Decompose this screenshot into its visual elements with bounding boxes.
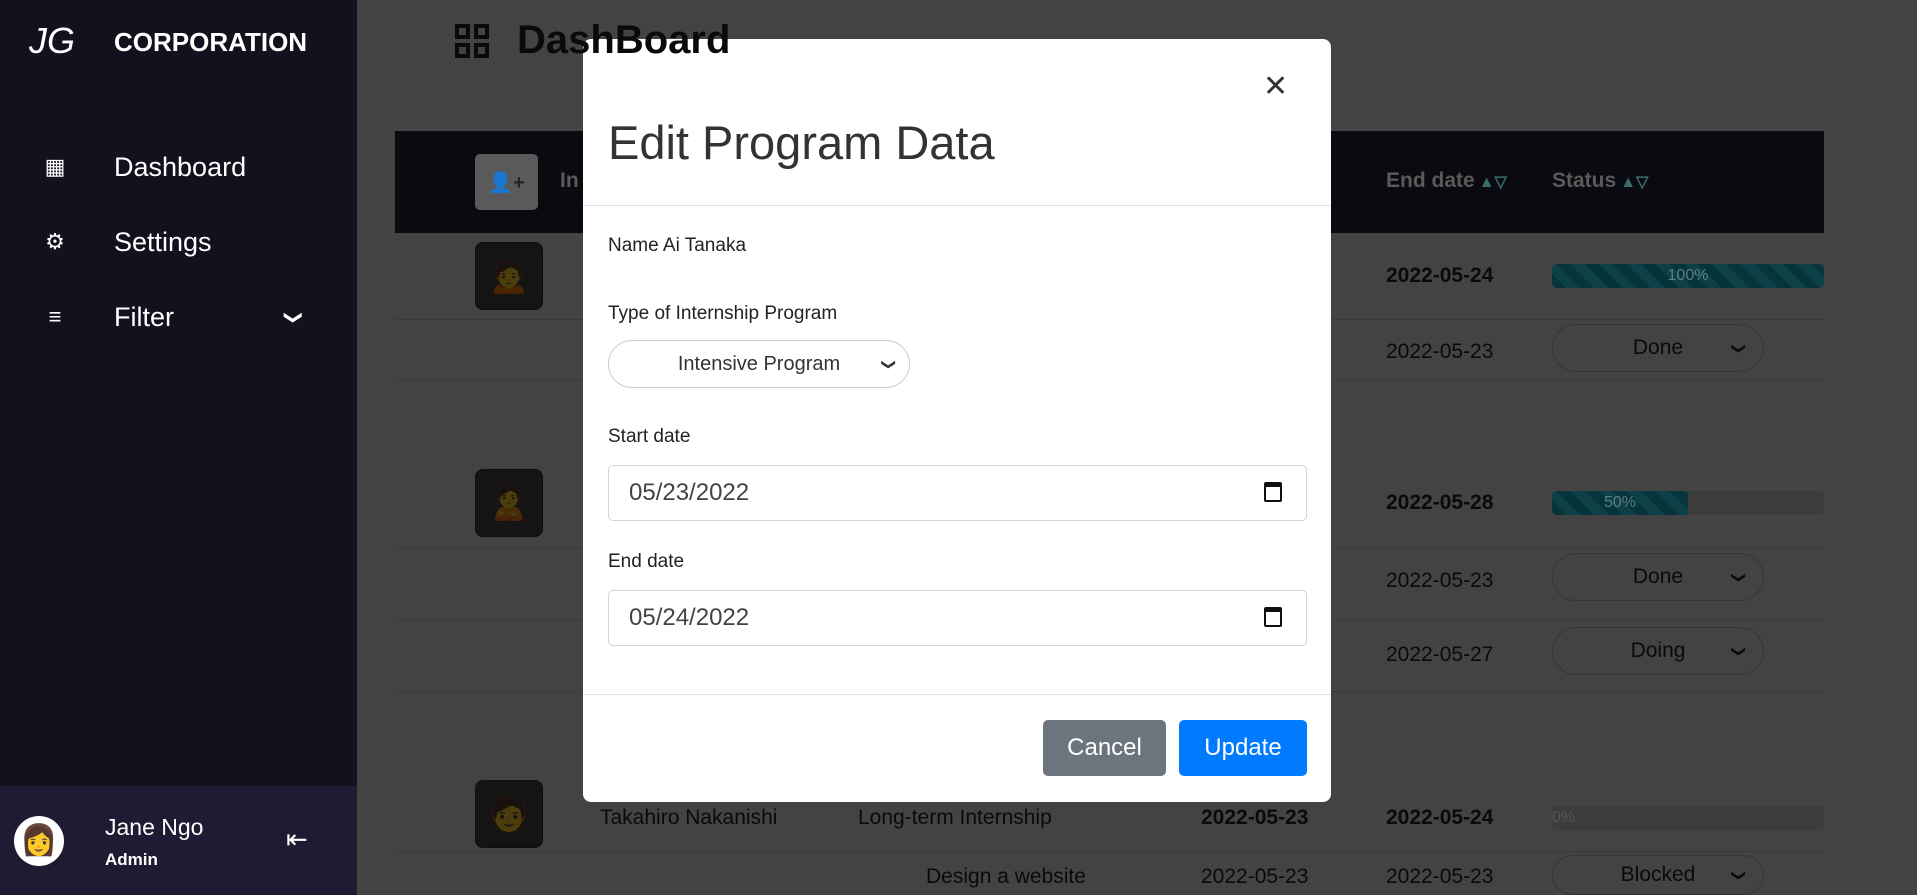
avatar: 🧑	[475, 780, 543, 848]
end-date: 2022-05-27	[1386, 643, 1494, 666]
chevron-down-icon: ❯	[881, 358, 898, 370]
sidebar-item-settings[interactable]: ⚙ Settings	[0, 212, 357, 272]
progress-bar: 0%	[1552, 806, 1824, 830]
cancel-button[interactable]: Cancel	[1043, 720, 1166, 776]
chevron-down-icon: ❯	[1731, 342, 1748, 354]
sidebar-item-label: Filter	[114, 301, 174, 332]
status-label: Status	[1552, 169, 1617, 192]
filter-icon: ≡	[48, 304, 62, 329]
sort-icon[interactable]: ▲▽	[1479, 174, 1507, 191]
end-date-input[interactable]: 05/24/2022	[608, 590, 1307, 646]
user-name: Jane Ngo	[105, 814, 204, 840]
start-date: 2022-05-23	[1201, 865, 1309, 888]
status-select[interactable]: Done ❯	[1552, 324, 1764, 372]
program-type-value: Intensive Program	[677, 352, 841, 375]
end-date-label: End date	[1386, 169, 1475, 192]
end-date: 2022-05-23	[1386, 569, 1494, 592]
status-value: Blocked	[1620, 863, 1696, 886]
add-user-icon: 👤+	[488, 171, 525, 194]
start-date: 2022-05-23	[1201, 806, 1309, 829]
progress-fill: 50%	[1552, 491, 1688, 515]
avatar: 🙎	[475, 469, 543, 537]
status-value: Doing	[1630, 639, 1686, 662]
chevron-down-icon: ❯	[1731, 869, 1748, 881]
sidebar-item-label: Settings	[114, 226, 212, 257]
progress-bar: 50%	[1552, 491, 1824, 515]
user-role: Admin	[105, 850, 158, 869]
start-date-value: 05/23/2022	[629, 479, 750, 506]
logo: JG	[29, 20, 76, 61]
end-date: 2022-05-24	[1386, 806, 1494, 829]
end-date: 2022-05-24	[1386, 264, 1494, 287]
program-type-select[interactable]: Intensive Program ❯	[608, 340, 910, 388]
avatar: 👩	[14, 816, 64, 866]
close-icon[interactable]: ✕	[1263, 69, 1288, 104]
progress-fill: 100%	[1552, 264, 1824, 288]
edit-program-modal: ✕ Edit Program Data Name Ai Tanaka Type …	[583, 39, 1331, 802]
add-user-button[interactable]: 👤+	[475, 154, 538, 210]
status-select[interactable]: Done ❯	[1552, 553, 1764, 601]
sort-icon[interactable]: ▲▽	[1620, 174, 1648, 191]
end-date-label: End date	[608, 551, 685, 572]
name-label: Name Ai Tanaka	[608, 235, 747, 256]
chevron-down-icon: ❯	[284, 309, 305, 325]
status-select[interactable]: Blocked ❯	[1552, 855, 1764, 895]
start-date-input[interactable]: 05/23/2022	[608, 465, 1307, 521]
sidebar-item-dashboard[interactable]: ▦ Dashboard	[0, 137, 357, 197]
type-label: Type of Internship Program	[608, 303, 838, 324]
page-header: DashBoard	[455, 18, 730, 63]
end-date-value: 05/24/2022	[629, 604, 750, 631]
end-date: 2022-05-23	[1386, 865, 1494, 888]
program-type: Long-term Internship	[858, 806, 1052, 829]
end-date: 2022-05-23	[1386, 340, 1494, 363]
sidebar: JG CORPORATION ▦ Dashboard ⚙ Settings ≡ Fil…	[0, 0, 357, 895]
sidebar-item-filter[interactable]: ≡ Filter ❯	[0, 287, 357, 347]
intern-name: Takahiro Nakanishi	[600, 806, 778, 829]
sidebar-item-label: Dashboard	[114, 151, 247, 182]
brand-name: CORPORATION	[114, 27, 308, 57]
start-date-label: Start date	[608, 426, 691, 447]
user-panel: 👩 Jane Ngo Admin ⇤	[0, 786, 357, 895]
column-header-end-date[interactable]: End date ▲▽	[1386, 169, 1507, 193]
status-value: Done	[1632, 565, 1684, 588]
modal-title: Edit Program Data	[608, 116, 995, 169]
column-header-status[interactable]: Status ▲▽	[1552, 169, 1648, 193]
avatar: 🙍	[475, 242, 543, 310]
logout-icon[interactable]: ⇤	[286, 824, 308, 855]
update-button[interactable]: Update	[1179, 720, 1307, 776]
footer-divider	[583, 694, 1331, 695]
task-row: Design a website 2022-05-23 2022-05-23 B…	[395, 852, 1824, 895]
column-header-name[interactable]: In	[560, 169, 579, 193]
grid-icon	[455, 23, 489, 58]
status-value: Done	[1632, 336, 1684, 359]
chevron-down-icon: ❯	[1731, 571, 1748, 583]
task-name: Design a website	[926, 865, 1086, 888]
chevron-down-icon: ❯	[1731, 645, 1748, 657]
status-select[interactable]: Doing ❯	[1552, 627, 1764, 675]
page-title: DashBoard	[517, 18, 731, 62]
gear-icon: ⚙	[45, 229, 65, 254]
progress-bar: 100%	[1552, 264, 1824, 288]
header-divider	[583, 205, 1331, 206]
calendar-icon[interactable]	[1264, 482, 1282, 502]
grid-icon: ▦	[44, 154, 66, 179]
end-date: 2022-05-28	[1386, 491, 1494, 514]
calendar-icon[interactable]	[1264, 607, 1282, 627]
